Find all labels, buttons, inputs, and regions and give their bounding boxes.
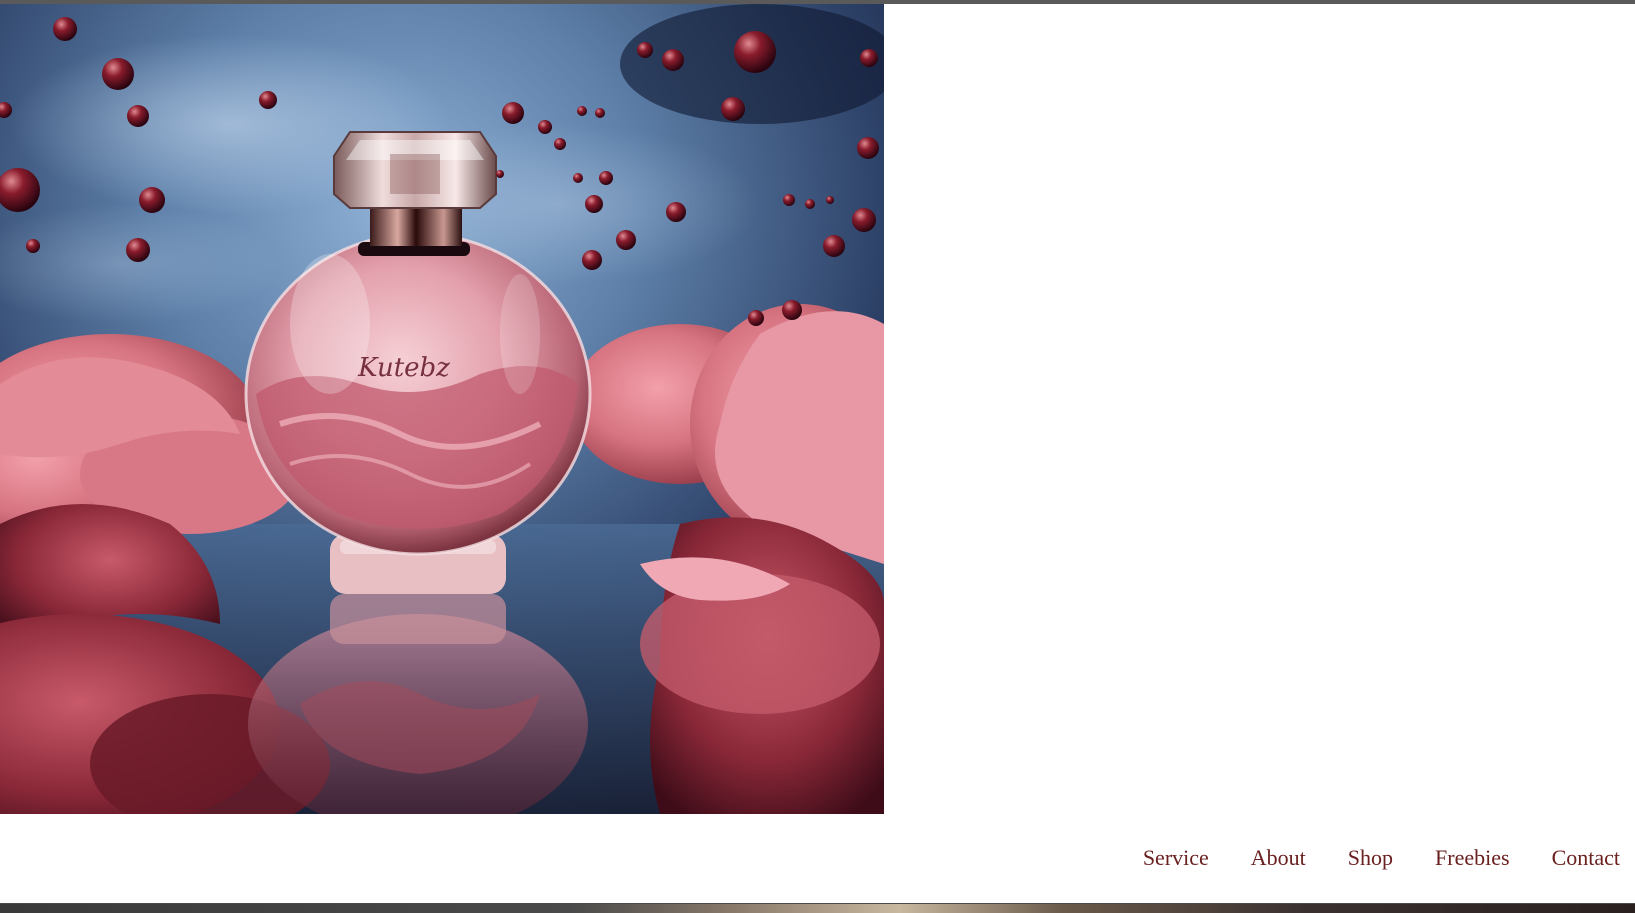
nav-link-contact[interactable]: Contact	[1552, 845, 1620, 871]
hero-image: Kutebz	[0, 4, 884, 814]
page: Kutebz Service About Shop Freebies Conta…	[0, 0, 1635, 913]
nav-link-shop[interactable]: Shop	[1348, 845, 1393, 871]
nav-link-service[interactable]: Service	[1143, 845, 1209, 871]
nav-link-about[interactable]: About	[1251, 845, 1306, 871]
main-nav: Service About Shop Freebies Contact	[1101, 845, 1620, 871]
nav-link-freebies[interactable]: Freebies	[1435, 845, 1510, 871]
next-section-image-edge	[0, 904, 1635, 913]
bottle-engraving: Kutebz	[357, 353, 450, 383]
